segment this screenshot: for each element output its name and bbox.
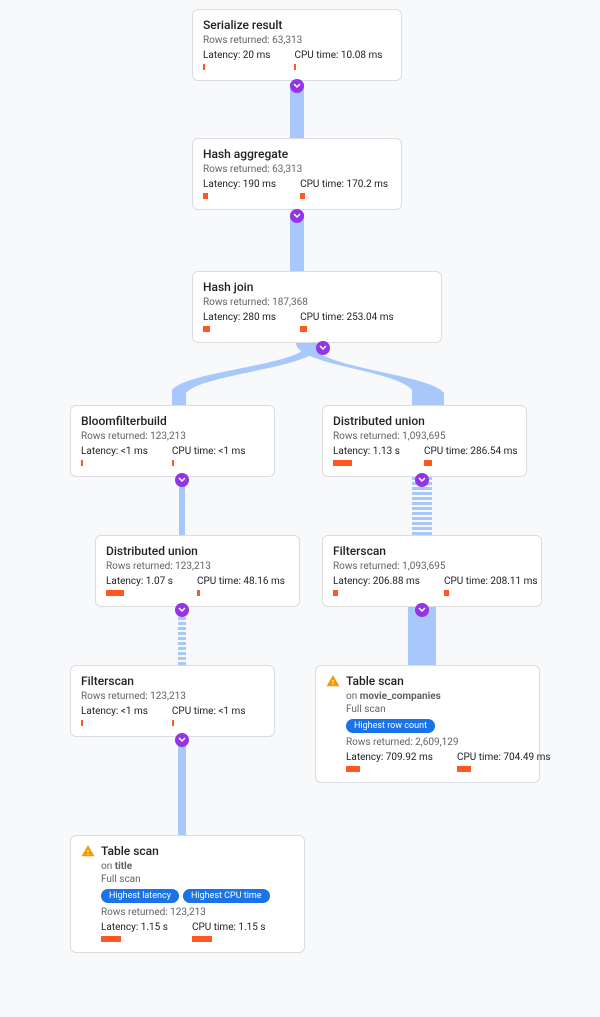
latency-label: Latency: 1.15 s xyxy=(101,922,168,933)
latency-bar xyxy=(81,720,83,726)
cpu-label: CPU time: 1.15 s xyxy=(192,922,266,933)
latency-bar xyxy=(203,64,205,70)
node-title: Filterscan xyxy=(81,674,134,688)
cpu-bar xyxy=(457,766,471,772)
cpu-bar xyxy=(294,64,296,70)
cpu-bar xyxy=(424,460,432,466)
node-title: Bloomfilterbuild xyxy=(81,414,167,428)
cpu-label: CPU time: 704.49 ms xyxy=(457,752,551,763)
cpu-label: CPU time: 48.16 ms xyxy=(197,576,285,587)
warning-icon xyxy=(326,674,340,688)
rows-returned: Rows returned: 1,093,695 xyxy=(333,431,516,442)
node-title: Distributed union xyxy=(106,544,198,558)
badge-highest-row-count: Highest row count xyxy=(346,719,435,733)
latency-label: Latency: 1.07 s xyxy=(106,576,173,587)
latency-bar xyxy=(203,193,208,199)
expand-toggle-icon[interactable] xyxy=(290,79,304,93)
cpu-label: CPU time: 208.11 ms xyxy=(444,576,538,587)
plan-node-bloomfilterbuild[interactable]: Bloomfilterbuild Rows returned: 123,213 … xyxy=(70,405,275,477)
plan-node-distributed-union-left[interactable]: Distributed union Rows returned: 123,213… xyxy=(95,535,300,607)
plan-node-table-scan-title[interactable]: Table scan on title Full scan Highest la… xyxy=(70,835,305,953)
plan-node-hash-aggregate[interactable]: Hash aggregate Rows returned: 63,313 Lat… xyxy=(192,138,402,210)
latency-label: Latency: 280 ms xyxy=(203,312,276,323)
latency-bar xyxy=(333,590,338,596)
warning-icon xyxy=(81,844,95,858)
expand-toggle-icon[interactable] xyxy=(175,733,189,747)
edge-fscan-left-tscan-left xyxy=(175,737,189,837)
latency-bar xyxy=(203,326,210,332)
expand-toggle-icon[interactable] xyxy=(316,341,330,355)
scan-type: Full scan xyxy=(101,874,294,885)
latency-bar xyxy=(333,460,352,466)
node-title: Table scan xyxy=(101,844,159,858)
cpu-label: CPU time: <1 ms xyxy=(172,446,246,457)
target-table: on title xyxy=(101,861,132,872)
latency-label: Latency: 20 ms xyxy=(203,50,270,61)
rows-returned: Rows returned: 63,313 xyxy=(203,35,391,46)
latency-label: Latency: 206.88 ms xyxy=(333,576,420,587)
latency-bar xyxy=(101,936,121,942)
node-title: Hash aggregate xyxy=(203,147,288,161)
rows-returned: Rows returned: 123,213 xyxy=(81,691,264,702)
rows-returned: Rows returned: 2,609,129 xyxy=(346,737,529,748)
cpu-label: CPU time: 253.04 ms xyxy=(300,312,394,323)
expand-toggle-icon[interactable] xyxy=(290,209,304,223)
rows-returned: Rows returned: 123,213 xyxy=(101,907,294,918)
node-title: Distributed union xyxy=(333,414,425,428)
scan-type: Full scan xyxy=(346,704,529,715)
cpu-label: CPU time: <1 ms xyxy=(172,706,246,717)
cpu-bar xyxy=(172,720,174,726)
rows-returned: Rows returned: 1,093,695 xyxy=(333,561,531,572)
latency-label: Latency: 709.92 ms xyxy=(346,752,433,763)
cpu-bar xyxy=(300,326,307,332)
cpu-label: CPU time: 170.2 ms xyxy=(300,179,388,190)
cpu-bar xyxy=(172,460,174,466)
expand-toggle-icon[interactable] xyxy=(415,603,429,617)
plan-node-distributed-union-right[interactable]: Distributed union Rows returned: 1,093,6… xyxy=(322,405,527,477)
node-title: Serialize result xyxy=(203,18,282,32)
plan-node-table-scan-movie-companies[interactable]: Table scan on movie_companies Full scan … xyxy=(315,665,540,783)
cpu-label: CPU time: 286.54 ms xyxy=(424,446,518,457)
rows-returned: Rows returned: 123,213 xyxy=(106,561,289,572)
cpu-bar xyxy=(197,590,200,596)
plan-node-serialize-result[interactable]: Serialize result Rows returned: 63,313 L… xyxy=(192,9,402,81)
expand-toggle-icon[interactable] xyxy=(415,473,429,487)
node-title: Filterscan xyxy=(333,544,386,558)
cpu-bar xyxy=(192,936,212,942)
cpu-bar xyxy=(444,590,449,596)
badge-highest-latency: Highest latency xyxy=(101,889,179,903)
latency-label: Latency: <1 ms xyxy=(81,706,148,717)
rows-returned: Rows returned: 187,368 xyxy=(203,297,431,308)
plan-node-hash-join[interactable]: Hash join Rows returned: 187,368 Latency… xyxy=(192,271,442,343)
cpu-label: CPU time: 10.08 ms xyxy=(294,50,382,61)
node-title: Hash join xyxy=(203,280,253,294)
latency-bar xyxy=(106,590,124,596)
latency-bar xyxy=(346,766,360,772)
cpu-bar xyxy=(300,193,305,199)
latency-label: Latency: <1 ms xyxy=(81,446,148,457)
latency-label: Latency: 190 ms xyxy=(203,179,276,190)
rows-returned: Rows returned: 123,213 xyxy=(81,431,264,442)
node-title: Table scan xyxy=(346,674,404,688)
badge-highest-cpu: Highest CPU time xyxy=(183,889,270,903)
latency-label: Latency: 1.13 s xyxy=(333,446,400,457)
latency-bar xyxy=(81,460,83,466)
plan-node-filterscan-left[interactable]: Filterscan Rows returned: 123,213 Latenc… xyxy=(70,665,275,737)
query-plan-canvas: Serialize result Rows returned: 63,313 L… xyxy=(0,0,600,1017)
expand-toggle-icon[interactable] xyxy=(175,473,189,487)
target-table: on movie_companies xyxy=(346,691,441,702)
rows-returned: Rows returned: 63,313 xyxy=(203,164,391,175)
plan-node-filterscan-right[interactable]: Filterscan Rows returned: 1,093,695 Late… xyxy=(322,535,542,607)
expand-toggle-icon[interactable] xyxy=(175,603,189,617)
